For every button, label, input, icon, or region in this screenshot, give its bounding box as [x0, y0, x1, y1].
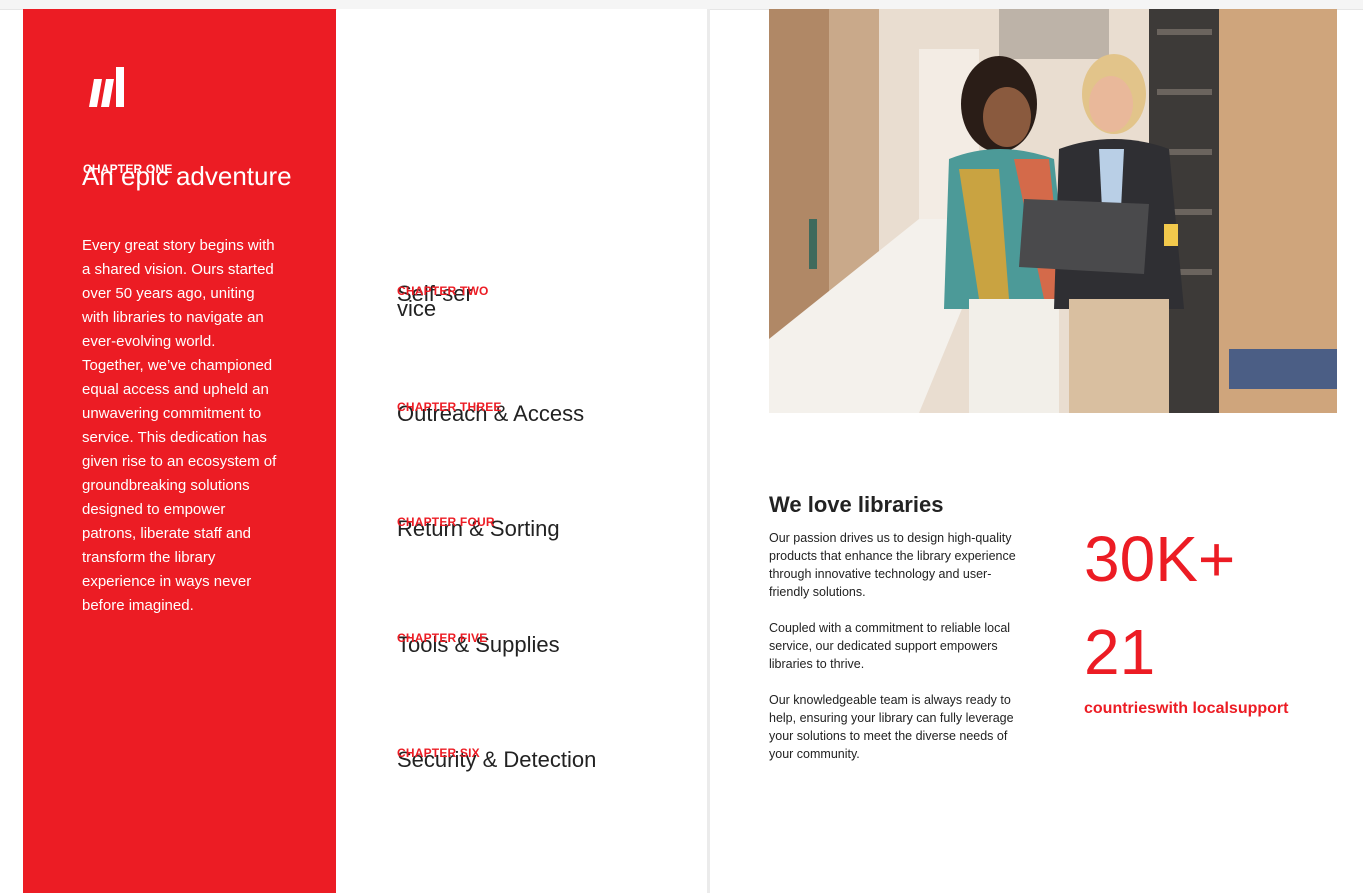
library-photo	[769, 9, 1337, 413]
about-heading: We love libraries	[769, 492, 944, 517]
about-paragraph: Our passion drives us to design high-qua…	[769, 531, 1016, 599]
chapter-one-body: Every great story begins with a shared v…	[82, 237, 277, 614]
stat-value-countries: 21	[1084, 616, 1156, 688]
chapter-one-panel: CHAPTER ONE An epic adventure Every grea…	[23, 9, 336, 893]
stat-caption-countries: countrieswith localsupport	[1084, 700, 1289, 717]
chapter-list: CHAPTER TWO Self-service CHAPTER THREE O…	[337, 9, 707, 893]
chapter-five-label: CHAPTER FIVE	[397, 631, 488, 645]
column-divider	[707, 9, 710, 893]
chapter-two-label: CHAPTER TWO	[397, 284, 489, 298]
chapter-three-label: CHAPTER THREE	[397, 400, 502, 414]
chapter-four-label: CHAPTER FOUR	[397, 515, 495, 529]
chapter-one-title: An epic adventure	[82, 161, 292, 191]
about-paragraph: Our knowledgeable team is always ready t…	[769, 693, 1014, 761]
about-body: Our passion drives us to design high-qua…	[769, 529, 1024, 781]
page: CHAPTER ONE An epic adventure Every grea…	[0, 0, 1363, 893]
about-paragraph: Coupled with a commitment to reliable lo…	[769, 621, 1011, 671]
brand-logo-icon	[89, 67, 124, 107]
chapter-six-label: CHAPTER SIX	[397, 746, 480, 760]
stat-value-first: 30K+	[1084, 523, 1236, 595]
library-photo-illustration	[769, 9, 1337, 413]
